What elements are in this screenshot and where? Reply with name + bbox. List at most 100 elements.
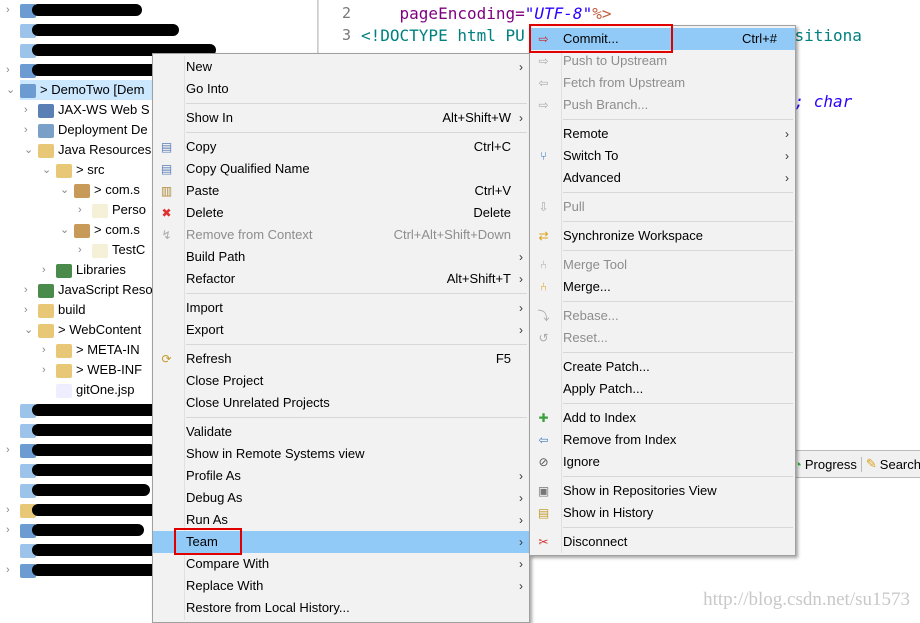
menu-item-disconnect[interactable]: ✂ Disconnect — [530, 531, 795, 553]
menu-item-switch-to[interactable]: ⑂ Switch To › — [530, 145, 795, 167]
menu-item-synchronize-workspace[interactable]: ⇄ Synchronize Workspace — [530, 225, 795, 247]
tree-item-label: > DemoTwo [Dem — [40, 82, 145, 97]
collapse-icon[interactable]: ⌄ — [60, 220, 70, 240]
collapse-icon[interactable]: ⌄ — [24, 320, 34, 340]
tab-search[interactable]: ✎ Search — [862, 456, 920, 472]
expand-icon[interactable]: › — [78, 200, 88, 220]
synchronize-icon: ⇄ — [538, 229, 549, 243]
expand-icon[interactable]: › — [24, 280, 34, 300]
shortcut-label: Ctrl+C — [473, 139, 511, 154]
expand-icon[interactable]: › — [42, 340, 52, 360]
expand-icon[interactable]: › — [78, 240, 88, 260]
expand-icon[interactable]: › — [6, 520, 16, 540]
menu-item-show-in-history[interactable]: ▤ Show in History — [530, 502, 795, 524]
expand-icon[interactable]: › — [42, 260, 52, 280]
menu-item-validate[interactable]: Validate — [153, 421, 529, 443]
menu-separator — [530, 349, 795, 356]
tab-progress[interactable]: ◔ Progress — [790, 456, 862, 472]
menu-item-close-unrelated-projects[interactable]: Close Unrelated Projects — [153, 392, 529, 414]
expand-icon[interactable]: › — [24, 100, 34, 120]
menu-item-show-in-remote-systems-view[interactable]: Show in Remote Systems view — [153, 443, 529, 465]
expand-icon[interactable]: › — [24, 300, 34, 320]
java-file-icon — [92, 203, 108, 218]
menu-item-remove-from-index[interactable]: ⇦ Remove from Index — [530, 429, 795, 451]
expand-icon[interactable]: › — [6, 500, 16, 520]
menu-item-paste[interactable]: ▥ Paste Ctrl+V — [153, 180, 529, 202]
menu-item-refactor[interactable]: Refactor Alt+Shift+T › — [153, 268, 529, 290]
expand-icon[interactable]: › — [24, 120, 34, 140]
menu-item-copy-qualified-name[interactable]: ▤ Copy Qualified Name — [153, 158, 529, 180]
menu-item-new[interactable]: New › — [153, 56, 529, 78]
team-callout-box — [174, 528, 242, 555]
menu-item-refresh[interactable]: ⟳ Refresh F5 — [153, 348, 529, 370]
menu-item-debug-as[interactable]: Debug As › — [153, 487, 529, 509]
menu-item-show-in[interactable]: Show In Alt+Shift+W › — [153, 107, 529, 129]
menu-separator — [530, 116, 795, 123]
menu-item-show-in-repositories-view[interactable]: ▣ Show in Repositories View — [530, 480, 795, 502]
menu-item-replace-with[interactable]: Replace With › — [153, 575, 529, 597]
menu-item-delete[interactable]: ✖ Delete Delete — [153, 202, 529, 224]
tree-item-label: > META-IN — [76, 342, 140, 357]
menu-item-label: Debug As — [186, 490, 243, 505]
code-token: %> — [592, 4, 612, 23]
shortcut-label: Delete — [473, 205, 511, 220]
menu-separator — [530, 218, 795, 225]
menu-item-export[interactable]: Export › — [153, 319, 529, 341]
menu-item-label: Delete — [186, 205, 224, 220]
menu-item-go-into[interactable]: Go Into — [153, 78, 529, 100]
expand-icon[interactable]: › — [6, 560, 16, 580]
collapse-icon[interactable]: ⌄ — [42, 160, 52, 180]
menu-item-ignore[interactable]: ⊘ Ignore — [530, 451, 795, 473]
menu-item-build-path[interactable]: Build Path › — [153, 246, 529, 268]
copy-icon: ▤ — [160, 140, 173, 154]
menu-item-label: Restore from Local History... — [186, 600, 350, 615]
menu-item-compare-with[interactable]: Compare With › — [153, 553, 529, 575]
menu-item-advanced[interactable]: Advanced › — [530, 167, 795, 189]
menu-item-create-patch[interactable]: Create Patch... — [530, 356, 795, 378]
menu-item-profile-as[interactable]: Profile As › — [153, 465, 529, 487]
expand-icon[interactable]: › — [6, 440, 16, 460]
expand-icon[interactable]: › — [6, 60, 16, 80]
menu-item-label: Fetch from Upstream — [563, 75, 686, 90]
menu-item-close-project[interactable]: Close Project — [153, 370, 529, 392]
menu-separator — [530, 298, 795, 305]
disconnect-icon: ✂ — [538, 535, 549, 549]
expand-icon[interactable]: › — [6, 0, 16, 20]
menu-item-label: Show In — [186, 110, 233, 125]
submenu-arrow-icon: › — [519, 111, 523, 125]
remove-context-icon: ↯ — [161, 228, 172, 242]
history-icon: ▤ — [537, 506, 550, 520]
delete-icon: ✖ — [161, 206, 172, 220]
menu-separator — [530, 247, 795, 254]
collapse-icon[interactable]: ⌄ — [6, 80, 16, 100]
collapse-icon[interactable]: ⌄ — [24, 140, 34, 160]
submenu-arrow-icon: › — [519, 557, 523, 571]
shortcut-label: Alt+Shift+T — [446, 271, 511, 286]
menu-item-apply-patch[interactable]: Apply Patch... — [530, 378, 795, 400]
menu-item-import[interactable]: Import › — [153, 297, 529, 319]
menu-item-label: Run As — [186, 512, 228, 527]
collapse-icon[interactable]: ⌄ — [60, 180, 70, 200]
menu-item-copy[interactable]: ▤ Copy Ctrl+C — [153, 136, 529, 158]
source-folder-icon — [56, 163, 72, 178]
repositories-icon: ▣ — [537, 484, 550, 498]
expand-icon[interactable]: › — [42, 360, 52, 380]
redaction-mark — [32, 484, 150, 496]
menu-item-label: Refactor — [186, 271, 236, 286]
merge-icon: ⑃ — [539, 280, 548, 294]
shortcut-label: F5 — [495, 351, 511, 366]
tree-item-label: JavaScript Reso — [58, 282, 153, 297]
menu-item-push-to-upstream: ⇨ Push to Upstream — [530, 50, 795, 72]
menu-item-remote[interactable]: Remote › — [530, 123, 795, 145]
submenu-arrow-icon: › — [519, 535, 523, 549]
menu-item-label: Go Into — [186, 81, 229, 96]
menu-item-add-to-index[interactable]: ✚ Add to Index — [530, 407, 795, 429]
menu-item-restore-from-local-history[interactable]: Restore from Local History... — [153, 597, 529, 619]
menu-separator — [153, 290, 529, 297]
code-token: "UTF-8" — [524, 4, 593, 23]
tree-item-label: > WEB-INF — [76, 362, 143, 377]
menu-item-merge[interactable]: ⑃ Merge... — [530, 276, 795, 298]
merge-tool-icon: ⑃ — [539, 258, 548, 272]
submenu-arrow-icon: › — [519, 491, 523, 505]
tree-item-label: TestC — [112, 242, 146, 257]
